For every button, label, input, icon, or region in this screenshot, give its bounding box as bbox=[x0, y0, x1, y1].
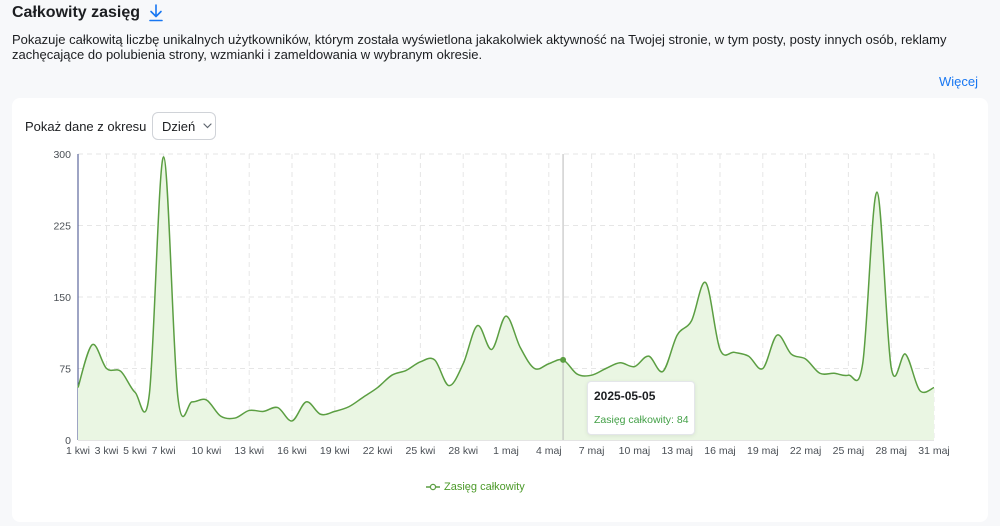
x-tick-label: 28 maj bbox=[875, 445, 907, 457]
y-tick-label: 75 bbox=[59, 364, 71, 376]
x-tick-label: 10 maj bbox=[619, 445, 651, 457]
x-tick-label: 7 kwi bbox=[152, 445, 176, 457]
page-title: Całkowity zasięg bbox=[12, 4, 141, 21]
x-tick-label: 1 maj bbox=[493, 445, 519, 457]
x-tick-label: 16 maj bbox=[704, 445, 736, 457]
x-tick-label: 3 kwi bbox=[95, 445, 119, 457]
legend-line-icon bbox=[426, 483, 440, 491]
x-tick-label: 22 maj bbox=[790, 445, 822, 457]
x-tick-label: 1 kwi bbox=[66, 445, 90, 457]
y-tick-label: 300 bbox=[53, 149, 71, 161]
legend-label: Zasięg całkowity bbox=[444, 481, 525, 493]
x-tick-label: 25 kwi bbox=[406, 445, 436, 457]
page-description: Pokazuje całkowitą liczbę unikalnych uży… bbox=[12, 32, 947, 62]
more-link[interactable]: Więcej bbox=[939, 74, 978, 89]
x-tick-label: 22 kwi bbox=[363, 445, 393, 457]
download-icon[interactable] bbox=[148, 4, 164, 22]
title-row: Całkowity zasięg bbox=[12, 2, 988, 24]
y-tick-label: 150 bbox=[53, 292, 71, 304]
x-tick-label: 5 kwi bbox=[123, 445, 147, 457]
x-tick-label: 10 kwi bbox=[192, 445, 222, 457]
reach-chart: 0751502253001 kwi 3 kwi 5 kwi 7 kwi 10 kwi 13… bbox=[53, 149, 950, 457]
x-tick-label: 16 kwi bbox=[277, 445, 307, 457]
x-tick-label: 28 kwi bbox=[448, 445, 478, 457]
x-tick-label: 13 kwi bbox=[234, 445, 264, 457]
x-tick-label: 19 maj bbox=[747, 445, 779, 457]
x-tick-label: 19 kwi bbox=[320, 445, 350, 457]
x-tick-label: 25 maj bbox=[833, 445, 865, 457]
tooltip-date: 2025-05-05 bbox=[594, 389, 656, 403]
header: Całkowity zasięg Pokazuje całkowitą licz… bbox=[12, 2, 988, 62]
y-tick-label: 225 bbox=[53, 221, 71, 233]
x-tick-label: 4 maj bbox=[536, 445, 562, 457]
chart-tooltip: 2025-05-05 Zasięg całkowity: 84 bbox=[587, 381, 695, 435]
chart-card: Pokaż dane z okresu Dzień 0 75 150 225 300 1 … bbox=[12, 98, 988, 522]
x-tick-label: 31 maj bbox=[918, 445, 950, 457]
tooltip-value: Zasięg całkowity: 84 bbox=[594, 414, 689, 426]
x-tick-label: 13 maj bbox=[661, 445, 693, 457]
highlight-point bbox=[560, 356, 567, 363]
x-tick-label: 7 maj bbox=[579, 445, 605, 457]
chart-legend[interactable]: Zasięg całkowity bbox=[426, 481, 525, 493]
